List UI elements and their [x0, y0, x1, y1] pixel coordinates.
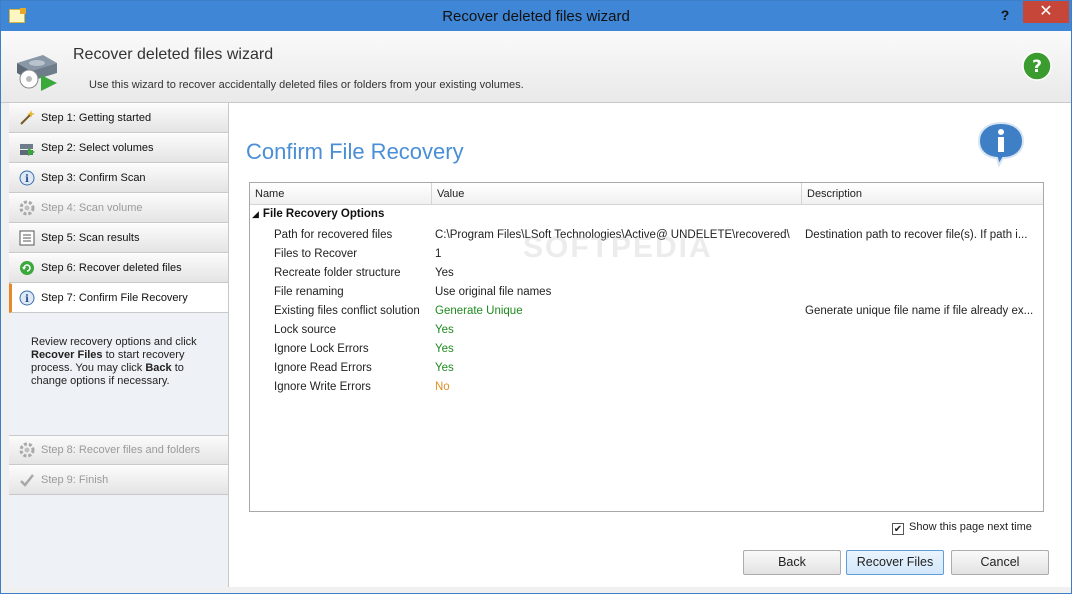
- recycle-icon: [20, 261, 34, 275]
- grid-header: Name Value Description: [250, 183, 1043, 205]
- column-header-name[interactable]: Name: [250, 183, 432, 205]
- step-label: Step 6: Recover deleted files: [41, 262, 182, 274]
- description-text: Review recovery options and click: [31, 336, 197, 348]
- column-header-description[interactable]: Description: [802, 183, 1043, 205]
- option-name: Existing files conflict solution: [274, 305, 420, 317]
- page-title: Confirm File Recovery: [246, 139, 464, 164]
- svg-text:i: i: [25, 174, 29, 185]
- recover-files-button[interactable]: Recover Files: [846, 550, 944, 575]
- drives-icon: [20, 144, 35, 156]
- gear-icon: [19, 442, 35, 458]
- titlebar-help-button[interactable]: ?: [993, 4, 1017, 26]
- option-name: Ignore Read Errors: [274, 362, 372, 374]
- option-value[interactable]: Yes: [435, 362, 799, 374]
- info-bubble-icon: [977, 121, 1025, 167]
- table-row[interactable]: Lock source Yes: [250, 321, 1043, 340]
- step-label: Step 5: Scan results: [41, 232, 140, 244]
- option-name: File renaming: [274, 286, 344, 298]
- option-value[interactable]: Use original file names: [435, 286, 799, 298]
- close-button[interactable]: ✕: [1023, 1, 1069, 23]
- gear-icon: [19, 200, 35, 216]
- main-panel: Confirm File Recovery Name Value Descrip…: [229, 103, 1071, 587]
- window-title: Recover deleted files wizard: [442, 8, 630, 25]
- table-row[interactable]: Ignore Read Errors Yes: [250, 359, 1043, 378]
- step-description: Review recovery options and click Recove…: [31, 336, 216, 388]
- table-row[interactable]: Existing files conflict solution Generat…: [250, 302, 1043, 321]
- hard-drive-recover-icon: [17, 55, 57, 91]
- show-page-checkbox[interactable]: ✔: [892, 523, 904, 535]
- step-label: Step 7: Confirm File Recovery: [41, 292, 188, 304]
- step-6-recover-deleted-files[interactable]: Step 6: Recover deleted files: [9, 253, 228, 283]
- steps-panel: Step 1: Getting started Step 2: Select v…: [9, 103, 229, 587]
- checkmark-icon: [20, 474, 34, 487]
- step-label: Step 3: Confirm Scan: [41, 172, 146, 184]
- table-row[interactable]: Ignore Lock Errors Yes: [250, 340, 1043, 359]
- option-value[interactable]: Yes: [435, 267, 799, 279]
- description-bold-back: Back: [145, 362, 172, 374]
- description-bold-recover: Recover Files: [31, 349, 103, 361]
- step-7-confirm-file-recovery[interactable]: i Step 7: Confirm File Recovery: [9, 283, 228, 313]
- step-1-getting-started[interactable]: Step 1: Getting started: [9, 103, 228, 133]
- option-name: Ignore Write Errors: [274, 381, 371, 393]
- wand-icon: [20, 110, 35, 125]
- option-value[interactable]: Yes: [435, 343, 799, 355]
- step-label: Step 1: Getting started: [41, 112, 152, 124]
- svg-text:i: i: [25, 294, 29, 305]
- step-label: Step 9: Finish: [41, 474, 109, 486]
- step-label: Step 8: Recover files and folders: [41, 444, 200, 456]
- step-3-confirm-scan[interactable]: i Step 3: Confirm Scan: [9, 163, 228, 193]
- option-name: Lock source: [274, 324, 337, 336]
- option-name: Ignore Lock Errors: [274, 343, 369, 355]
- step-8-recover-files-and-folders: Step 8: Recover files and folders: [9, 435, 228, 465]
- option-name: Files to Recover: [274, 248, 358, 260]
- group-label: File Recovery Options: [262, 208, 385, 220]
- wizard-window: Recover deleted files wizard ? ✕ Recover…: [0, 0, 1072, 594]
- title-bar: Recover deleted files wizard ? ✕: [1, 1, 1071, 31]
- table-row[interactable]: File renaming Use original file names: [250, 283, 1043, 302]
- option-value[interactable]: Yes: [435, 324, 799, 336]
- info-icon: i: [19, 170, 35, 186]
- wizard-header: Recover deleted files wizard Use this wi…: [1, 31, 1071, 103]
- svg-text:?: ?: [1032, 57, 1042, 77]
- option-value[interactable]: Generate Unique: [435, 305, 799, 317]
- step-2-select-volumes[interactable]: Step 2: Select volumes: [9, 133, 228, 163]
- wizard-subtitle: Use this wizard to recover accidentally …: [89, 79, 524, 91]
- step-5-scan-results[interactable]: Step 5: Scan results: [9, 223, 228, 253]
- cancel-button[interactable]: Cancel: [951, 550, 1049, 575]
- option-name: Recreate folder structure: [274, 267, 401, 279]
- show-page-checkbox-row[interactable]: ✔ Show this page next time: [892, 521, 1032, 535]
- option-name: Path for recovered files: [274, 229, 393, 241]
- table-row[interactable]: Ignore Write Errors No: [250, 378, 1043, 397]
- list-icon: [19, 230, 35, 246]
- option-description: Destination path to recover file(s). If …: [805, 229, 1028, 241]
- wizard-title: Recover deleted files wizard: [73, 46, 274, 63]
- option-description: Generate unique file name if file alread…: [805, 305, 1034, 317]
- help-icon[interactable]: ?: [1022, 51, 1052, 81]
- table-row[interactable]: Recreate folder structure Yes: [250, 264, 1043, 283]
- info-icon: i: [19, 290, 35, 306]
- column-header-value[interactable]: Value: [432, 183, 802, 205]
- step-label: Step 4: Scan volume: [41, 202, 143, 214]
- step-4-scan-volume: Step 4: Scan volume: [9, 193, 228, 223]
- back-button[interactable]: Back: [743, 550, 841, 575]
- group-file-recovery-options[interactable]: ◢ File Recovery Options: [252, 208, 384, 220]
- step-label: Step 2: Select volumes: [41, 142, 154, 154]
- collapse-triangle-icon[interactable]: ◢: [252, 209, 259, 219]
- watermark: SOFTPEDIA: [523, 231, 713, 264]
- show-page-label: Show this page next time: [909, 521, 1032, 533]
- option-value[interactable]: No: [435, 381, 799, 393]
- step-9-finish: Step 9: Finish: [9, 465, 228, 495]
